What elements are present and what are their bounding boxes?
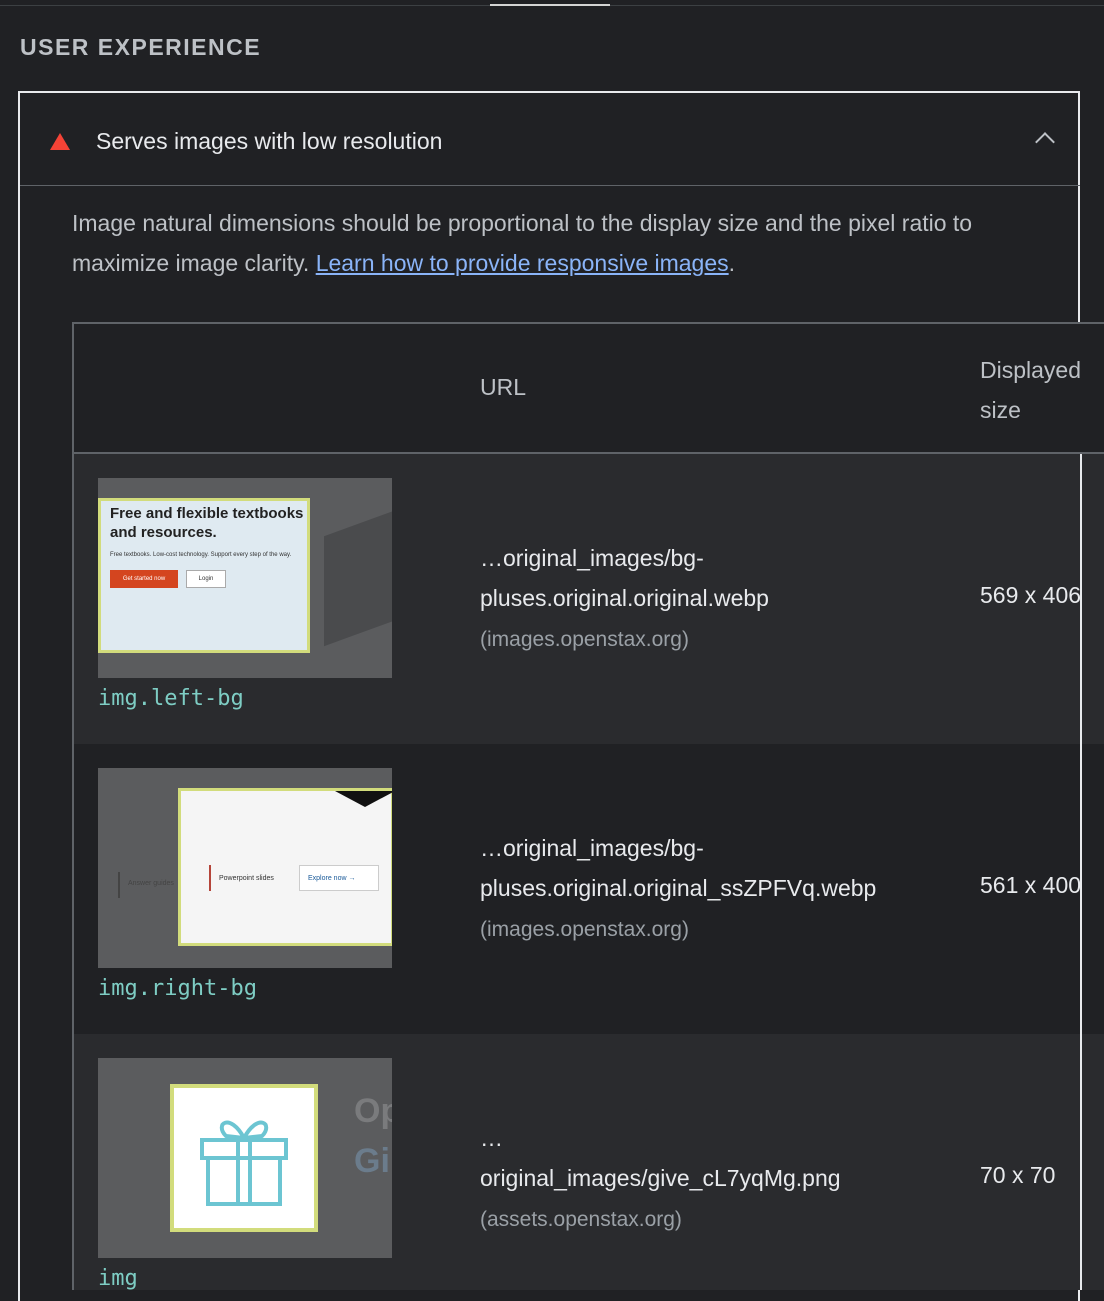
url-cell[interactable]: … original_images/give_cL7yqMg.png (asse… [480,1118,940,1240]
table-row: Op Gi img … original_images/give_cL7 [74,1034,1104,1290]
details-table: URL Displayed size Free and flexible tex… [72,322,1104,1290]
thumb-big-text-2: Gi [354,1142,390,1180]
table-row: Answer guides Powerpoint slides Explore … [74,744,1104,1034]
laptop-illustration [324,499,392,647]
column-header-size: Displayed size [980,357,1081,423]
audit-title: Serves images with low resolution [96,128,443,154]
url-path: original_images/give_cL7yqMg.png [480,1165,841,1191]
thumb-primary-button: Get started now [110,570,178,588]
panel-right-border [1080,454,1082,1290]
url-line-1: …original_images/bg- [480,835,704,861]
section-title: USER EXPERIENCE [20,34,262,60]
thumb-secondary-button: Login [186,570,226,588]
thumb-big-text-1: Op [354,1092,392,1130]
thumb-mid-label: Powerpoint slides [219,875,274,882]
table-header: URL Displayed size [74,324,1104,454]
active-tab-indicator [490,4,610,6]
highlight-box [170,1084,318,1232]
tooltip-arrow [335,791,392,807]
url-path: pluses.original.original_ssZPFVq.webp [480,875,877,901]
description-end: . [728,250,736,276]
fail-triangle-icon [50,133,70,150]
url-origin: (images.openstax.org) [480,628,689,651]
node-selector[interactable]: img.right-bg [98,976,257,1001]
image-thumbnail[interactable]: Op Gi [98,1058,392,1258]
displayed-size: 561 x 400 [980,872,1082,898]
url-line-2: pluses.original.original.webp (images.op… [480,578,940,660]
column-header-url: URL [480,374,527,400]
url-line-2: original_images/give_cL7yqMg.png (assets… [480,1158,940,1240]
url-path: pluses.original.original.webp [480,585,769,611]
node-selector[interactable]: img [98,1266,138,1290]
url-line-1: …original_images/bg- [480,545,704,571]
learn-more-link[interactable]: Learn how to provide responsive images [316,250,729,276]
thumb-left-bar [118,872,120,898]
gift-icon [200,1120,288,1206]
thumb-subtext: Free textbooks. Low-cost technology. Sup… [110,552,292,558]
image-thumbnail[interactable]: Answer guides Powerpoint slides Explore … [98,768,392,968]
url-line-1: … [480,1125,503,1151]
url-origin: (images.openstax.org) [480,918,689,941]
url-line-2: pluses.original.original_ssZPFVq.webp (i… [480,868,940,950]
table-row: Free and flexible textbooks and resource… [74,454,1104,744]
thumb-heading: Free and flexible textbooks and resource… [110,505,304,541]
thumb-mid-bar [209,865,211,891]
highlight-box: Powerpoint slides Explore now → [178,788,392,946]
url-cell[interactable]: …original_images/bg- pluses.original.ori… [480,538,940,660]
audit-header[interactable]: Serves images with low resolution [20,93,1080,186]
url-cell[interactable]: …original_images/bg- pluses.original.ori… [480,828,940,950]
displayed-size: 70 x 70 [980,1162,1056,1188]
chevron-up-icon[interactable] [1035,132,1055,152]
audit-description: Image natural dimensions should be propo… [72,203,1052,283]
thumb-explore-button: Explore now → [299,865,379,891]
displayed-size: 569 x 406 [980,582,1082,608]
image-thumbnail[interactable]: Free and flexible textbooks and resource… [98,478,392,678]
url-origin: (assets.openstax.org) [480,1208,682,1231]
thumb-left-label: Answer guides [128,880,174,887]
node-selector[interactable]: img.left-bg [98,686,244,711]
